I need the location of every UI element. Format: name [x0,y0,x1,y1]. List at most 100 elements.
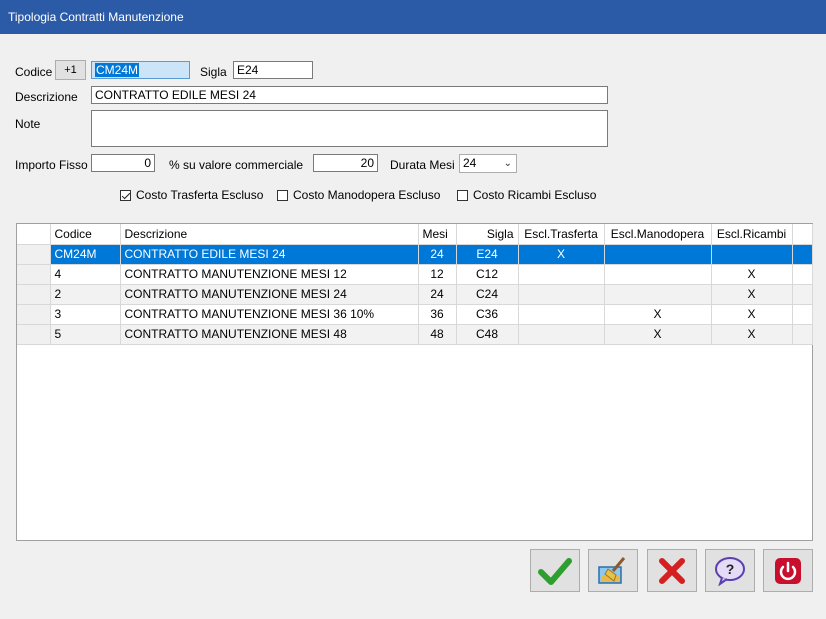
codice-increment-button[interactable]: +1 [55,60,86,80]
row-filler [792,284,813,305]
exit-button[interactable] [763,549,813,592]
table-cell: 24 [418,244,457,265]
help-icon: ? [715,556,745,586]
table-cell [518,264,605,285]
descrizione-input[interactable]: CONTRATTO EDILE MESI 24 [91,86,608,104]
table-cell: 48 [418,324,457,345]
row-header[interactable] [17,324,51,345]
grid-header-row: Codice Descrizione Mesi Sigla Escl.Trasf… [17,224,813,245]
column-header[interactable]: Escl.Manodopera [604,224,712,245]
grid-header-filler [792,224,813,245]
checkbox-ricambi-box[interactable] [457,189,468,201]
column-header[interactable]: Descrizione [120,224,419,245]
table-cell [711,244,793,265]
durata-select[interactable]: 24 ⌄ [459,154,517,173]
contracts-table: Codice Descrizione Mesi Sigla Escl.Trasf… [17,224,813,345]
table-cell [518,324,605,345]
durata-select-value: 24 [463,156,477,170]
red-x-icon [659,557,685,584]
table-row[interactable]: CM24M CONTRATTO EDILE MESI 24 24 E24 X [17,244,813,265]
checkmark-icon [538,557,572,585]
checkbox-trasferta[interactable]: Costo Trasferta Escluso [120,188,263,202]
table-cell: X [711,284,793,305]
codice-input-value: CM24M [95,63,140,77]
note-textarea[interactable] [91,110,608,147]
contracts-grid[interactable]: Codice Descrizione Mesi Sigla Escl.Trasf… [16,223,813,541]
row-header[interactable] [17,304,51,325]
checkbox-trasferta-box[interactable] [120,189,131,201]
table-cell: E24 [456,244,519,265]
percent-input[interactable]: 20 [313,154,378,172]
window-titlebar: Tipologia Contratti Manutenzione [0,0,826,34]
row-header[interactable] [17,284,51,305]
row-filler [792,324,813,345]
codice-input[interactable]: CM24M [91,61,190,79]
table-cell: 12 [418,264,457,285]
table-cell: CONTRATTO MANUTENZIONE MESI 36 10% [120,304,419,325]
table-cell: CONTRATTO MANUTENZIONE MESI 48 [120,324,419,345]
table-cell: X [518,244,605,265]
clear-button[interactable] [588,549,638,592]
table-cell: 24 [418,284,457,305]
table-cell: 4 [50,264,121,285]
table-cell: CONTRATTO MANUTENZIONE MESI 12 [120,264,419,285]
sigla-label: Sigla [200,65,227,79]
table-cell: X [604,304,712,325]
table-cell: X [604,324,712,345]
table-cell: 2 [50,284,121,305]
row-filler [792,304,813,325]
table-cell: 3 [50,304,121,325]
column-header[interactable]: Codice [50,224,121,245]
table-cell: C12 [456,264,519,285]
table-cell: C48 [456,324,519,345]
table-cell: X [711,264,793,285]
row-header[interactable] [17,264,51,285]
window-title: Tipologia Contratti Manutenzione [8,10,184,24]
cancel-button[interactable] [647,549,697,592]
table-row[interactable]: 3 CONTRATTO MANUTENZIONE MESI 36 10% 36 C36… [17,304,813,325]
column-header[interactable]: Escl.Ricambi [711,224,793,245]
table-cell [518,304,605,325]
checkbox-ricambi-label: Costo Ricambi Escluso [473,188,597,202]
column-header[interactable]: Mesi [418,224,457,245]
broom-icon [598,556,626,584]
table-cell [604,264,712,285]
row-filler [792,244,813,265]
table-cell: X [711,304,793,325]
table-cell: 36 [418,304,457,325]
table-cell: C24 [456,284,519,305]
row-filler [792,264,813,285]
table-cell: CONTRATTO MANUTENZIONE MESI 24 [120,284,419,305]
importo-input[interactable]: 0 [91,154,155,172]
table-cell: X [711,324,793,345]
row-header[interactable] [17,244,51,265]
table-cell: CM24M [50,244,121,265]
checkbox-manodopera-box[interactable] [277,189,288,201]
help-button[interactable]: ? [705,549,755,592]
confirm-button[interactable] [530,549,580,592]
table-row[interactable]: 2 CONTRATTO MANUTENZIONE MESI 24 24 C24 X [17,284,813,305]
checkbox-manodopera-label: Costo Manodopera Escluso [293,188,441,202]
column-header[interactable]: Sigla [456,224,519,245]
svg-text:?: ? [726,561,735,577]
checkbox-ricambi[interactable]: Costo Ricambi Escluso [457,188,596,202]
column-header[interactable]: Escl.Trasferta [518,224,605,245]
table-cell: C36 [456,304,519,325]
importo-label: Importo Fisso [15,158,88,172]
percent-label: % su valore commerciale [169,158,304,172]
table-cell [518,284,605,305]
checkbox-trasferta-label: Costo Trasferta Escluso [136,188,264,202]
chevron-down-icon: ⌄ [503,158,512,169]
codice-label: Codice [15,65,53,79]
table-cell: CONTRATTO EDILE MESI 24 [120,244,419,265]
table-row[interactable]: 5 CONTRATTO MANUTENZIONE MESI 48 48 C48 X X [17,324,813,345]
checkbox-manodopera[interactable]: Costo Manodopera Escluso [277,188,440,202]
table-cell [604,284,712,305]
note-label: Note [15,117,41,131]
table-row[interactable]: 4 CONTRATTO MANUTENZIONE MESI 12 12 C12 X [17,264,813,285]
descrizione-label: Descrizione [15,90,78,104]
table-cell [604,244,712,265]
sigla-input[interactable]: E24 [233,61,313,79]
grid-corner [17,224,51,245]
durata-label: Durata Mesi [390,158,455,172]
